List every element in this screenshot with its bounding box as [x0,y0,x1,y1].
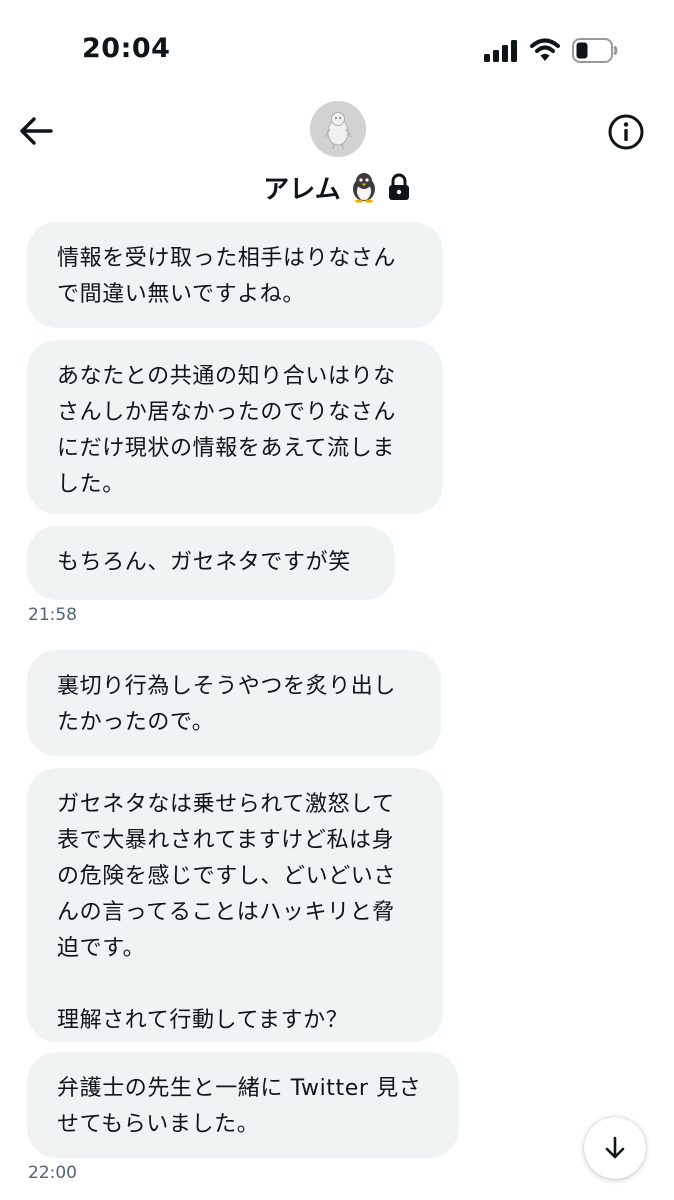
info-button[interactable] [603,109,649,155]
message-timestamp: 22:00 [28,1163,77,1183]
contact-name: アレム [263,174,341,205]
cellular-signal-icon [484,40,518,62]
back-button[interactable] [14,109,58,153]
penguin-icon [347,171,381,203]
scroll-to-bottom-button[interactable] [584,1117,646,1179]
lock-icon [387,173,411,201]
battery-icon [572,38,618,63]
message-timestamp: 21:58 [28,605,77,625]
info-icon [608,114,644,150]
avatar[interactable] [310,101,366,157]
message-bubble[interactable]: ガセネタなは乗せられて激怒して 表で大暴れされてますけど私は身 の危険を感じです… [27,768,443,1042]
back-arrow-icon [20,117,53,145]
message-bubble[interactable]: 弁護士の先生と一緒に Twitter 見さ せてもらいました。 [27,1052,459,1158]
status-time: 20:04 [82,33,171,64]
wifi-icon [530,37,560,63]
message-bubble[interactable]: あなたとの共通の知り合いはりな さんしか居なかったのでりなさん にだけ現状の情報… [27,340,443,514]
message-bubble[interactable]: 裏切り行為しそうやつを炙り出し たかったので。 [27,650,441,756]
conversation-header: アレム [0,95,674,215]
header-name-row: アレム [0,167,674,207]
message-bubble[interactable]: 情報を受け取った相手はりなさん で間違い無いですよね。 [27,222,443,328]
message-bubble[interactable]: もちろん、ガセネタですが笑 [27,526,395,600]
status-bar: 20:04 [0,0,674,100]
arrow-down-icon [605,1136,625,1159]
